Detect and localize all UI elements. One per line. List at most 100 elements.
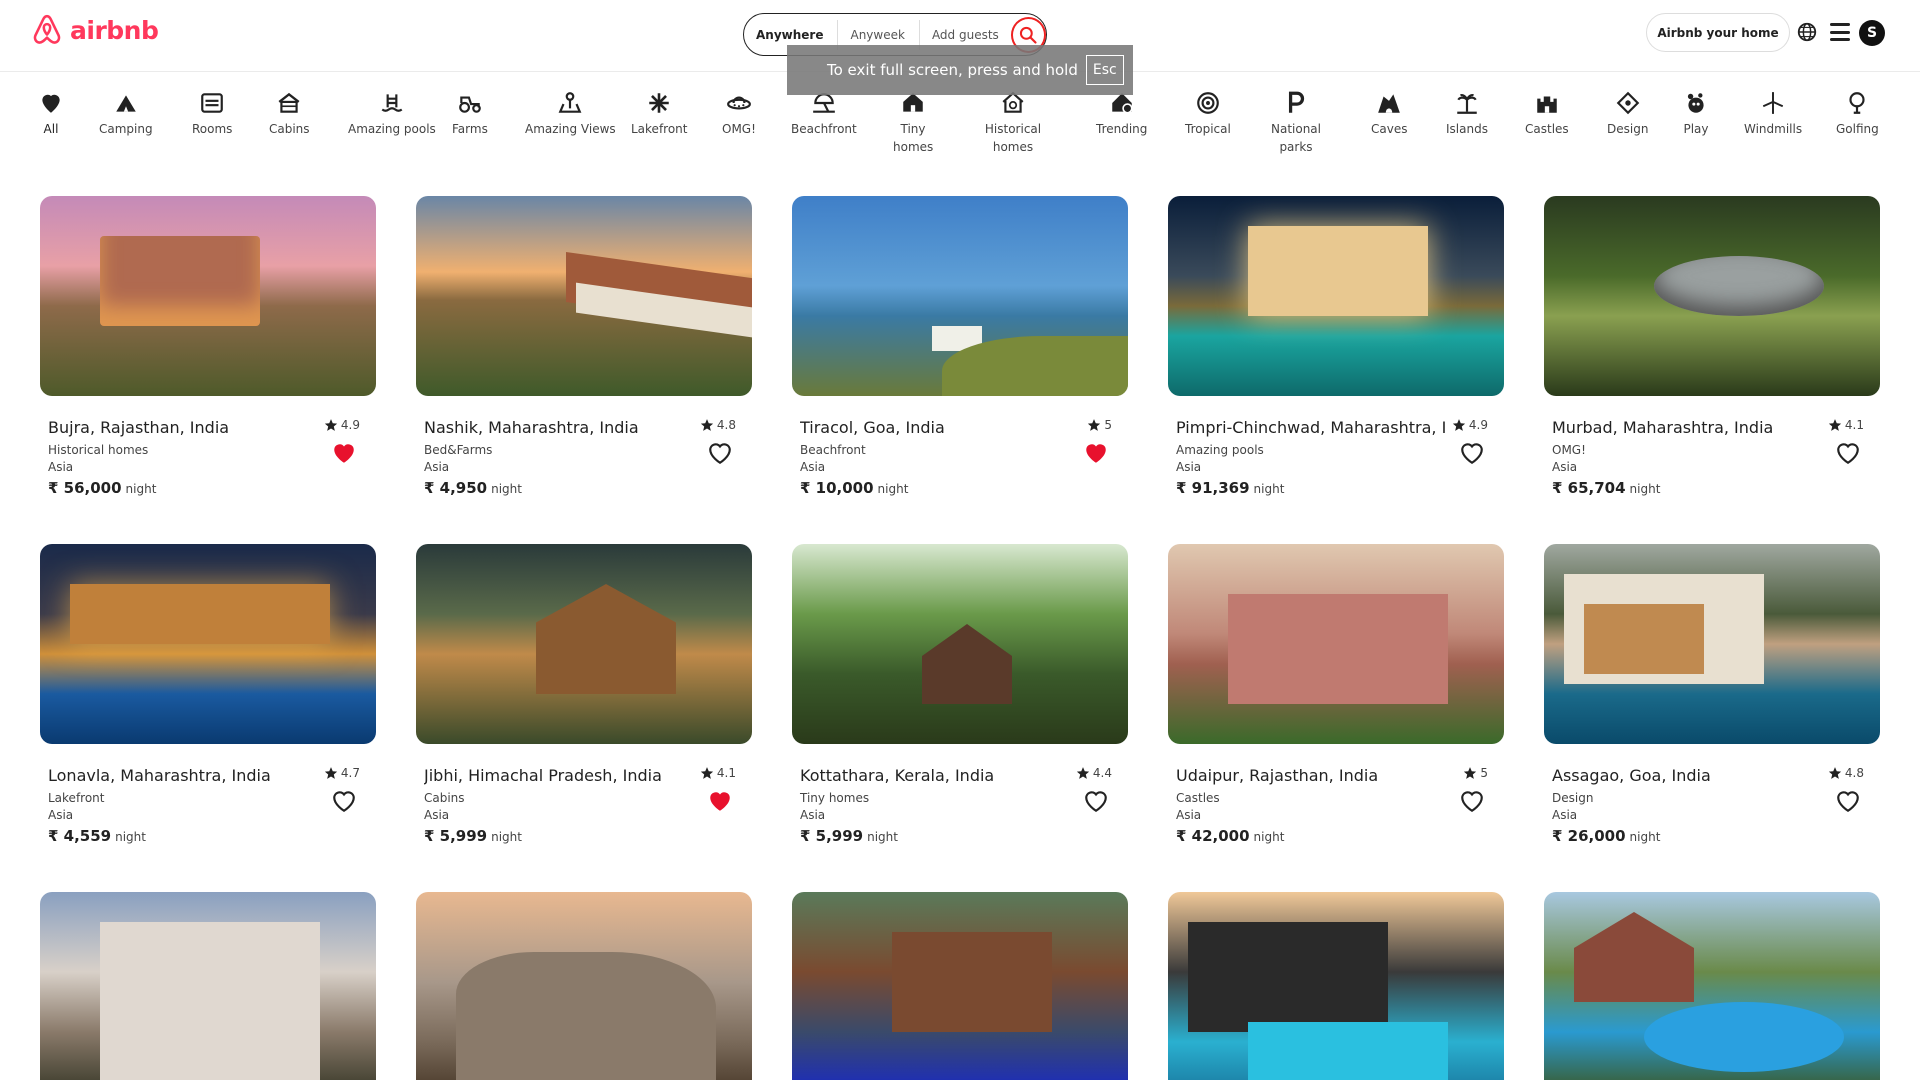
- category-bar: All Camping Rooms Cabins Amazing pools F…: [0, 90, 1920, 160]
- airbnb-logo-icon: [33, 14, 61, 44]
- category-label: Cabins: [269, 122, 310, 136]
- heart-filled-icon[interactable]: [1082, 440, 1110, 466]
- listing-photo[interactable]: [416, 892, 752, 1080]
- category-design[interactable]: Design: [1607, 90, 1648, 138]
- category-label: All: [43, 122, 59, 136]
- listing-photo[interactable]: [416, 544, 752, 744]
- category-castles[interactable]: Castles: [1525, 90, 1569, 138]
- category-historical-homes[interactable]: Historical homes: [983, 90, 1043, 156]
- airbnb-logo[interactable]: airbnb: [30, 12, 159, 48]
- listing-photo[interactable]: [1168, 544, 1504, 744]
- heart-outline-icon[interactable]: [1458, 440, 1486, 466]
- rating-value: 4.1: [716, 766, 736, 780]
- listing-photo[interactable]: [1544, 544, 1880, 744]
- category-trending[interactable]: Trending: [1096, 90, 1147, 138]
- view-icon: [557, 90, 583, 116]
- heart-outline-icon[interactable]: [1082, 788, 1110, 814]
- fullscreen-exit-banner: To exit full screen, press and hold Esc: [787, 45, 1133, 95]
- host-your-home-button[interactable]: Airbnb your home: [1646, 13, 1790, 52]
- rating-value: 4.9: [340, 418, 360, 432]
- category-label: Lakefront: [631, 122, 688, 136]
- category-caves[interactable]: Caves: [1371, 90, 1407, 138]
- listing-title: Nashik, Maharashtra, India: [424, 418, 639, 437]
- listing-photo[interactable]: [792, 892, 1128, 1080]
- category-amazing-views[interactable]: Amazing Views: [525, 90, 616, 138]
- globe-icon[interactable]: [1796, 21, 1818, 43]
- star-icon: [1452, 419, 1466, 431]
- category-cabins[interactable]: Cabins: [269, 90, 310, 138]
- listing-region: Asia: [1552, 460, 1578, 474]
- category-camping[interactable]: Camping: [99, 90, 153, 138]
- listing-photo[interactable]: [1544, 892, 1880, 1080]
- category-farms[interactable]: Farms: [452, 90, 488, 138]
- category-tropical[interactable]: Tropical: [1185, 90, 1231, 138]
- category-label: Tiny homes: [893, 122, 934, 154]
- category-all[interactable]: All: [38, 90, 64, 138]
- listing-category: Beachfront: [800, 443, 866, 457]
- listing-photo[interactable]: [40, 892, 376, 1080]
- category-label: Islands: [1446, 122, 1488, 136]
- price-value: ₹ 4,950: [424, 479, 488, 497]
- listing-photo[interactable]: [40, 544, 376, 744]
- listing-photo[interactable]: [1168, 196, 1504, 396]
- category-beachfront[interactable]: Beachfront: [791, 90, 857, 138]
- listing-info: Kottathara, Kerala, India Tiny homes Asia ₹…: [800, 766, 1120, 845]
- heart-outline-icon[interactable]: [330, 788, 358, 814]
- listing-photo[interactable]: [792, 544, 1128, 744]
- price-unit: night: [1629, 482, 1661, 496]
- castle-icon: [1534, 90, 1560, 116]
- listing-info: Pimpri-Chinchwad, Maharashtra, India Amaz…: [1176, 418, 1496, 497]
- tent-icon: [113, 90, 139, 116]
- heart-outline-icon[interactable]: [1834, 788, 1862, 814]
- avatar[interactable]: S: [1859, 20, 1885, 46]
- category-rooms[interactable]: Rooms: [192, 90, 232, 138]
- category-omg[interactable]: OMG!: [722, 90, 756, 138]
- heart-outline-icon[interactable]: [1458, 788, 1486, 814]
- heart-filled-icon[interactable]: [330, 440, 358, 466]
- menu-icon[interactable]: [1830, 23, 1850, 41]
- listing-title: Udaipur, Rajasthan, India: [1176, 766, 1379, 785]
- listing-title: Pimpri-Chinchwad, Maharashtra, India: [1176, 418, 1446, 437]
- category-amazing-pools[interactable]: Amazing pools: [348, 90, 436, 138]
- listing-region: Asia: [1176, 808, 1202, 822]
- category-label: Trending: [1096, 122, 1148, 136]
- star-icon: [1088, 419, 1101, 431]
- listing-region: Asia: [48, 460, 74, 474]
- category-label: OMG!: [722, 122, 756, 136]
- category-label: Farms: [452, 122, 488, 136]
- category-play[interactable]: Play: [1683, 90, 1709, 138]
- listing-info: Lonavla, Maharashtra, India Lakefront Asia…: [48, 766, 368, 845]
- listing-category: Design: [1552, 791, 1594, 805]
- lake-icon: [646, 90, 672, 116]
- listing-category: Amazing pools: [1176, 443, 1264, 457]
- category-windmills[interactable]: Windmills: [1744, 90, 1802, 138]
- rating-value: 5: [1480, 766, 1488, 780]
- price-value: ₹ 4,559: [48, 827, 112, 845]
- listing-price: ₹ 65,704 night: [1552, 479, 1872, 497]
- listing-info: Bujra, Rajasthan, India Historical homes A…: [48, 418, 368, 497]
- listing-info: Jibhi, Himachal Pradesh, India Cabins Asia…: [424, 766, 744, 845]
- listing-photo[interactable]: [792, 196, 1128, 396]
- listing-price: ₹ 4,950 night: [424, 479, 744, 497]
- heart-outline-icon[interactable]: [1834, 440, 1862, 466]
- heart-filled-icon[interactable]: [706, 788, 734, 814]
- tropical-icon: [1195, 90, 1221, 116]
- listing-photo[interactable]: [1544, 196, 1880, 396]
- listing-category: Cabins: [424, 791, 465, 805]
- listing-photo[interactable]: [40, 196, 376, 396]
- price-unit: night: [1253, 830, 1285, 844]
- category-lakefront[interactable]: Lakefront: [631, 90, 688, 138]
- listing-photo[interactable]: [416, 196, 752, 396]
- category-tiny-homes[interactable]: Tiny homes: [893, 90, 933, 156]
- category-label: Amazing pools: [348, 122, 436, 136]
- category-golfing[interactable]: Golfing: [1836, 90, 1879, 138]
- island-icon: [1454, 90, 1480, 116]
- listing-photo[interactable]: [1168, 892, 1504, 1080]
- category-label: Play: [1683, 122, 1709, 136]
- listing-rating: 4.8: [1828, 766, 1864, 780]
- heart-outline-icon[interactable]: [706, 440, 734, 466]
- category-national-parks[interactable]: National parks: [1269, 90, 1323, 156]
- category-islands[interactable]: Islands: [1446, 90, 1488, 138]
- price-unit: night: [491, 830, 522, 844]
- listing-info: Murbad, Maharashtra, India OMG! Asia ₹ 65,7…: [1552, 418, 1872, 497]
